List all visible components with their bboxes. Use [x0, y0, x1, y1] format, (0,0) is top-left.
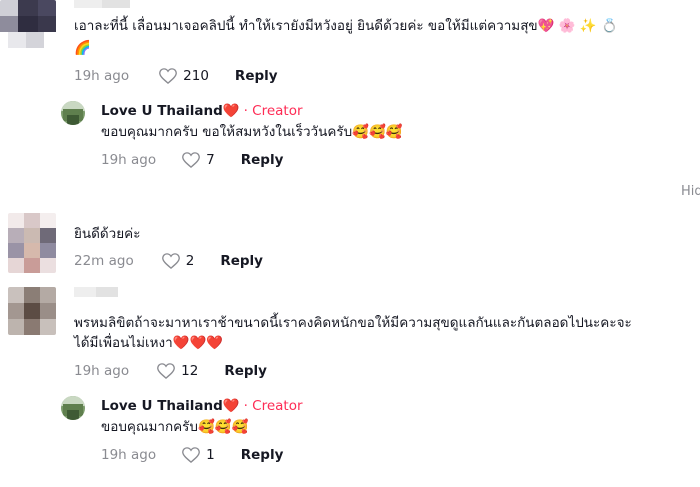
reply-time: 19h ago [101, 152, 157, 168]
creator-username-row[interactable]: Love U Thailand❤️ · Creator [101, 396, 303, 416]
comment-time: 19h ago [74, 363, 130, 379]
like-button[interactable]: 7 [182, 152, 215, 168]
reply-meta: 19h ago 1 Reply [101, 445, 283, 465]
reply-button[interactable]: Reply [235, 68, 278, 84]
like-count: 2 [185, 253, 195, 269]
comment-meta: 19h ago 12 Reply [74, 361, 267, 381]
reply-button[interactable]: Reply [220, 253, 263, 269]
creator-avatar[interactable] [61, 101, 85, 125]
reply-text: ขอบคุณมากครับ🥰🥰🥰 [101, 419, 249, 435]
like-button[interactable]: 2 [161, 253, 195, 269]
heart-outline-icon [182, 447, 201, 463]
blurred-username[interactable] [74, 0, 130, 14]
reply-meta: 19h ago 7 Reply [101, 150, 283, 170]
like-button[interactable]: 1 [182, 447, 215, 463]
like-button[interactable]: 210 [159, 68, 209, 84]
like-button[interactable]: 12 [157, 363, 198, 379]
commenter-avatar[interactable] [0, 0, 56, 48]
comment-time: 22m ago [74, 253, 134, 269]
creator-badge: · Creator [243, 103, 303, 119]
comment-meta: 19h ago 210 Reply [74, 66, 278, 86]
like-count: 7 [206, 152, 215, 168]
heart-outline-icon [161, 253, 180, 269]
comment-meta: 22m ago 2 Reply [74, 251, 263, 271]
reply-button[interactable]: Reply [241, 152, 284, 168]
commenter-avatar[interactable] [8, 287, 56, 335]
blurred-username[interactable] [74, 287, 118, 301]
reply-time: 19h ago [101, 447, 157, 463]
heart-outline-icon [159, 68, 178, 84]
comment-text: ยินดีด้วยค่ะ [74, 226, 141, 242]
commenter-avatar[interactable] [8, 213, 56, 273]
creator-username[interactable]: Love U Thailand❤️ [101, 398, 240, 414]
comment-text: เอาละที่นี้ เลื่อนมาเจอคลิปนี้ ทำให้เราย… [74, 18, 618, 34]
comment-time: 19h ago [74, 68, 130, 84]
comment-text-line2: ได้มีเพื่อนไม่เหงา❤️❤️❤️ [74, 335, 224, 351]
comment-text-line2: 🌈 [74, 40, 91, 56]
creator-username[interactable]: Love U Thailand❤️ [101, 103, 240, 119]
reply-button[interactable]: Reply [241, 447, 284, 463]
like-count: 1 [206, 447, 215, 463]
reply-button[interactable]: Reply [224, 363, 267, 379]
comment-text: พรหมลิขิตถ้าจะมาหาเราช้าขนาดนี้เราคงคิดห… [74, 315, 632, 331]
comment-emojis: 💖 🌸 ✨ 💍 [537, 18, 618, 34]
hide-replies-link[interactable]: Hid [681, 184, 700, 199]
creator-avatar[interactable] [61, 396, 85, 420]
heart-outline-icon [182, 152, 201, 168]
creator-badge: · Creator [243, 398, 303, 414]
heart-outline-icon [157, 363, 176, 379]
reply-text: ขอบคุณมากครับ ขอให้สมหวังในเร็ววันครับ🥰🥰… [101, 124, 403, 140]
like-count: 210 [183, 68, 209, 84]
like-count: 12 [181, 363, 199, 379]
creator-username-row[interactable]: Love U Thailand❤️ · Creator [101, 101, 303, 121]
